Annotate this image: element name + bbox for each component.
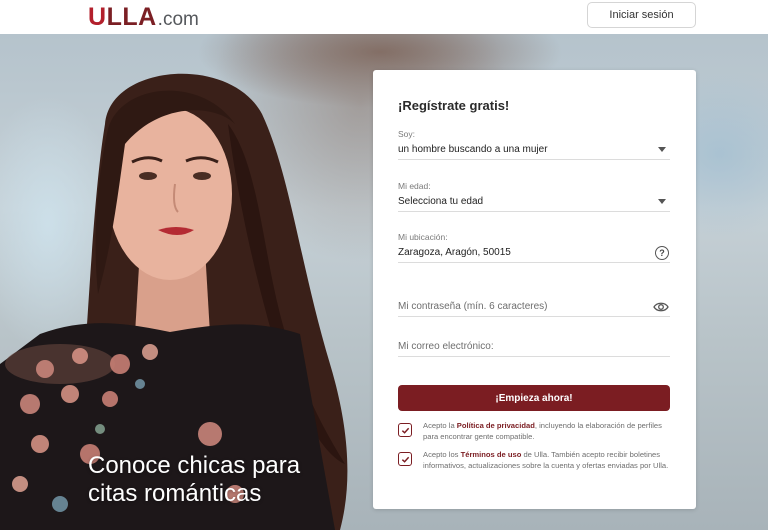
- hero-tagline: Conoce chicas para citas románticas: [88, 452, 301, 507]
- age-select[interactable]: Selecciona tu edad: [398, 192, 670, 212]
- caret-down-icon: [658, 147, 666, 152]
- logo-tld: .com: [157, 9, 199, 30]
- start-now-button[interactable]: ¡Empieza ahora!: [398, 385, 670, 411]
- gender-field[interactable]: Soy: un hombre buscando a una mujer: [398, 129, 670, 160]
- email-input[interactable]: Mi correo electrónico:: [398, 337, 670, 357]
- terms-consent: Acepto los Términos de uso de Ulla. Tamb…: [398, 449, 670, 471]
- eye-icon[interactable]: [653, 301, 669, 313]
- age-field[interactable]: Mi edad: Selecciona tu edad: [398, 181, 670, 212]
- gender-label: Soy:: [398, 129, 416, 139]
- email-field[interactable]: Mi correo electrónico:: [398, 337, 670, 357]
- email-placeholder: Mi correo electrónico:: [398, 341, 494, 352]
- caret-down-icon: [658, 199, 666, 204]
- form-title: ¡Regístrate gratis!: [398, 98, 510, 113]
- location-label: Mi ubicación:: [398, 232, 448, 242]
- check-icon: [401, 456, 409, 463]
- check-icon: [401, 427, 409, 434]
- logo-brand: ULLA: [88, 3, 157, 32]
- terms-checkbox[interactable]: [398, 452, 412, 466]
- gender-select-value: un hombre buscando a una mujer: [398, 144, 548, 155]
- terms-text-pre: Acepto los: [423, 450, 461, 459]
- gender-select[interactable]: un hombre buscando a una mujer: [398, 140, 670, 160]
- privacy-checkbox[interactable]: [398, 423, 412, 437]
- terms-consent-text: Acepto los Términos de uso de Ulla. Tamb…: [423, 449, 670, 471]
- password-placeholder: Mi contraseña (mín. 6 caracteres): [398, 301, 548, 312]
- password-input[interactable]: Mi contraseña (mín. 6 caracteres): [398, 297, 670, 317]
- registration-form: ¡Regístrate gratis! Soy: un hombre busca…: [373, 70, 696, 509]
- privacy-policy-link[interactable]: Política de privacidad: [457, 421, 535, 430]
- terms-of-use-link[interactable]: Términos de uso: [461, 450, 522, 459]
- logo-brand-rest: LLA: [106, 3, 157, 31]
- help-icon[interactable]: ?: [655, 245, 669, 260]
- privacy-consent: Acepto la Política de privacidad, incluy…: [398, 420, 670, 442]
- location-input[interactable]: Zaragoza, Aragón, 50015 ?: [398, 243, 670, 263]
- header: ULLA .com Iniciar sesión: [0, 0, 768, 34]
- location-field[interactable]: Mi ubicación: Zaragoza, Aragón, 50015 ?: [398, 232, 670, 263]
- location-input-value: Zaragoza, Aragón, 50015: [398, 247, 511, 258]
- password-field[interactable]: Mi contraseña (mín. 6 caracteres): [398, 297, 670, 317]
- logo[interactable]: ULLA .com: [88, 3, 199, 32]
- age-select-value: Selecciona tu edad: [398, 196, 484, 207]
- logo-u: U: [88, 3, 107, 31]
- privacy-text-pre: Acepto la: [423, 421, 457, 430]
- privacy-consent-text: Acepto la Política de privacidad, incluy…: [423, 420, 670, 442]
- age-label: Mi edad:: [398, 181, 431, 191]
- login-button[interactable]: Iniciar sesión: [587, 2, 696, 28]
